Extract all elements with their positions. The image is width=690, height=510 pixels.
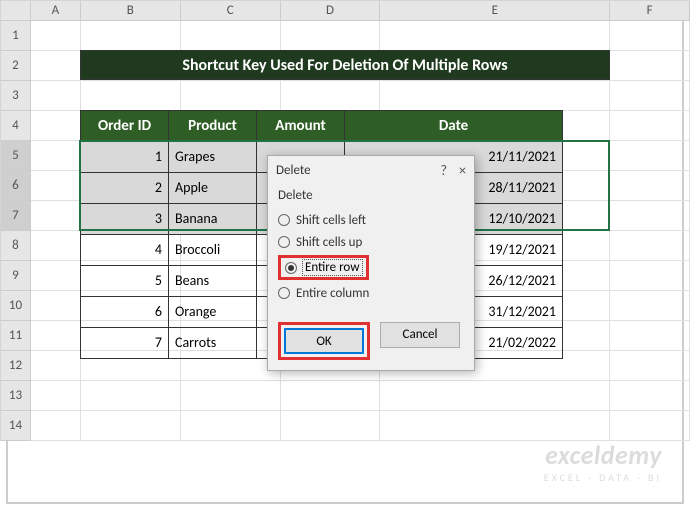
cell-order-id[interactable]: 4	[81, 235, 169, 266]
dialog-group-label: Delete	[278, 188, 464, 203]
row-header-5[interactable]: 5	[1, 141, 31, 171]
radio-icon[interactable]	[278, 214, 290, 226]
radio-label: Entire column	[296, 286, 369, 301]
cell-order-id[interactable]: 3	[81, 204, 169, 235]
row-header-7[interactable]: 7	[1, 201, 31, 231]
col-header-A[interactable]: A	[31, 1, 81, 21]
table-header-row: Order ID Product Amount Date	[81, 111, 563, 142]
help-icon[interactable]: ?	[441, 162, 448, 179]
watermark-tagline: EXCEL · DATA · BI	[544, 471, 662, 484]
radio-label: Shift cells up	[296, 235, 362, 250]
cell-order-id[interactable]: 1	[81, 142, 169, 173]
col-header-D[interactable]: D	[281, 1, 381, 21]
cell-product[interactable]: Carrots	[169, 328, 257, 359]
cell-product[interactable]: Banana	[169, 204, 257, 235]
dialog-title-text: Delete	[276, 163, 311, 178]
column-headers: A B C D E F	[1, 1, 690, 21]
row-header-1[interactable]: 1	[1, 21, 31, 51]
cell-order-id[interactable]: 2	[81, 173, 169, 204]
cell-order-id[interactable]: 6	[81, 297, 169, 328]
radio-shift-up[interactable]: Shift cells up	[278, 231, 464, 253]
select-all-corner[interactable]	[1, 1, 31, 21]
radio-icon[interactable]	[278, 236, 290, 248]
watermark: exceldemy EXCEL · DATA · BI	[544, 439, 662, 484]
radio-label[interactable]: Entire row	[303, 260, 362, 275]
th-date: Date	[345, 111, 563, 142]
title-banner: Shortcut Key Used For Deletion Of Multip…	[80, 50, 610, 80]
dialog-buttons: OK Cancel	[268, 314, 474, 370]
col-header-F[interactable]: F	[610, 1, 690, 21]
row-header-12[interactable]: 12	[1, 351, 31, 381]
col-header-C[interactable]: C	[181, 1, 281, 21]
th-product: Product	[169, 111, 257, 142]
ok-button[interactable]: OK	[284, 328, 364, 354]
radio-icon[interactable]	[278, 287, 290, 299]
col-header-B[interactable]: B	[81, 1, 181, 21]
delete-dialog: Delete ? × Delete Shift cells left Shift…	[267, 155, 475, 371]
col-header-E[interactable]: E	[380, 1, 610, 21]
row-header-14[interactable]: 14	[1, 411, 31, 441]
radio-entire-column[interactable]: Entire column	[278, 282, 464, 304]
th-order-id: Order ID	[81, 111, 169, 142]
cell-order-id[interactable]: 7	[81, 328, 169, 359]
cell-product[interactable]: Apple	[169, 173, 257, 204]
row-header-13[interactable]: 13	[1, 381, 31, 411]
row-header-2[interactable]: 2	[1, 51, 31, 81]
th-amount: Amount	[257, 111, 345, 142]
dialog-titlebar: Delete ? ×	[268, 156, 474, 184]
dialog-body: Delete Shift cells left Shift cells up E…	[268, 184, 474, 314]
ok-button-highlight: OK	[278, 322, 370, 360]
row-header-10[interactable]: 10	[1, 291, 31, 321]
close-icon[interactable]: ×	[459, 162, 466, 179]
row-header-9[interactable]: 9	[1, 261, 31, 291]
cell-product[interactable]: Orange	[169, 297, 257, 328]
row-header-6[interactable]: 6	[1, 171, 31, 201]
title-text: Shortcut Key Used For Deletion Of Multip…	[81, 51, 609, 81]
row-header-11[interactable]: 11	[1, 321, 31, 351]
radio-shift-left[interactable]: Shift cells left	[278, 209, 464, 231]
radio-icon[interactable]	[285, 262, 297, 274]
radio-label: Shift cells left	[296, 213, 366, 228]
row-header-8[interactable]: 8	[1, 231, 31, 261]
cancel-button[interactable]: Cancel	[380, 322, 460, 348]
watermark-brand: exceldemy	[544, 439, 662, 471]
cell-order-id[interactable]: 5	[81, 266, 169, 297]
cell-product[interactable]: Broccoli	[169, 235, 257, 266]
row-header-3[interactable]: 3	[1, 81, 31, 111]
cell-product[interactable]: Grapes	[169, 142, 257, 173]
row-header-4[interactable]: 4	[1, 111, 31, 141]
radio-entire-row-highlight: Entire row	[278, 255, 369, 280]
cell-product[interactable]: Beans	[169, 266, 257, 297]
